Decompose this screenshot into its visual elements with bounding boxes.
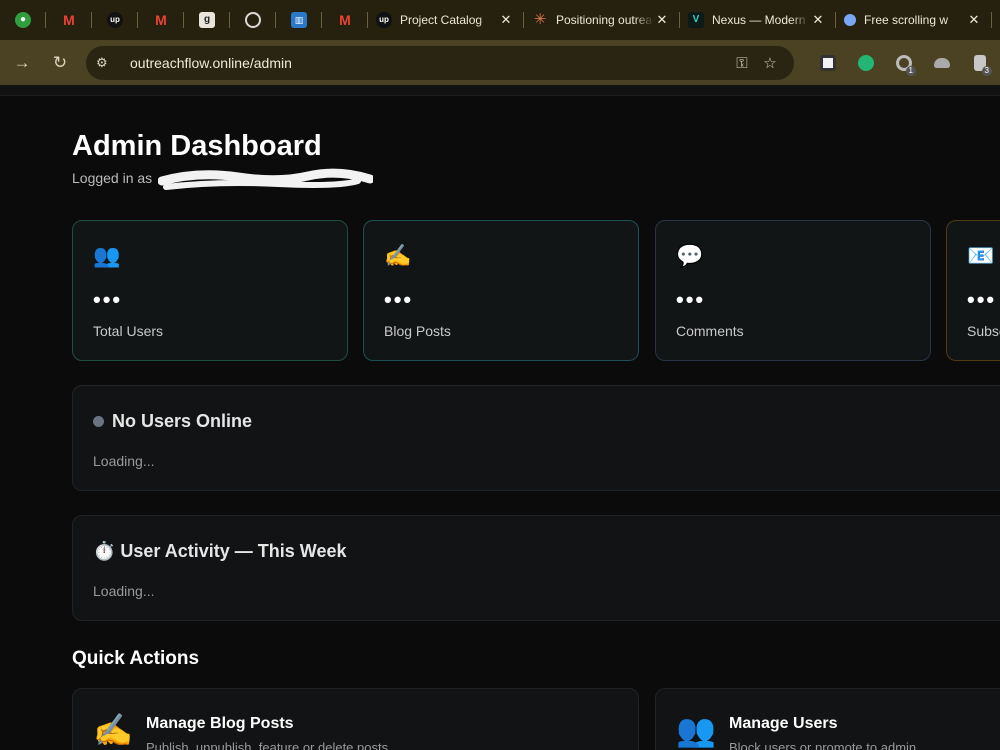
stat-card-comments: 💬 ••• Comments: [655, 220, 931, 361]
cloud-icon: [934, 58, 950, 68]
pinned-tab-1[interactable]: ●: [0, 0, 46, 40]
url-text[interactable]: outreachflow.online/admin: [130, 55, 728, 71]
gmail-icon: M: [155, 12, 167, 28]
action-description: Publish, unpublish, feature or delete po…: [146, 740, 389, 750]
sync-extension-button[interactable]: [848, 48, 884, 78]
pinned-tab-upwork-1[interactable]: up: [92, 0, 138, 40]
upwork-icon: up: [376, 12, 392, 28]
close-icon[interactable]: ✕: [498, 12, 514, 28]
stat-value: •••: [676, 287, 706, 312]
g-letter-icon: g: [199, 12, 215, 28]
page-title: Admin Dashboard: [72, 130, 322, 162]
manage-users-card[interactable]: 👥 Manage Users Block users or promote to…: [655, 688, 1000, 750]
star-icon[interactable]: ☆: [756, 54, 784, 72]
forward-button[interactable]: →: [6, 47, 38, 79]
tab-title: Positioning outreach: [556, 13, 654, 27]
logged-in-text: Logged in as: [72, 170, 153, 186]
arrow-right-icon: →: [13, 52, 31, 72]
stat-label: Total Users: [93, 323, 164, 339]
site-settings-icon[interactable]: ⚙: [96, 55, 118, 71]
upwork-icon: up: [107, 12, 123, 28]
pinned-tab-g[interactable]: g: [184, 0, 230, 40]
online-loading-text: Loading...: [93, 453, 155, 469]
envelope-icon: 📧: [967, 243, 995, 268]
writing-hand-icon: ✍️: [384, 243, 412, 268]
pinned-tab-gmail-1[interactable]: M: [46, 0, 92, 40]
speech-bubble-icon: 💬: [676, 243, 704, 268]
tab-title: Nexus — Modern: [712, 13, 806, 27]
stat-label: Subscribers: [967, 323, 1000, 339]
qr-code-icon: [820, 55, 836, 71]
pinned-tab-openai[interactable]: [230, 0, 276, 40]
stat-card-total-users: 👥 ••• Total Users: [72, 220, 348, 361]
action-title: Manage Users: [729, 715, 838, 732]
reload-button[interactable]: ↻: [44, 47, 76, 79]
extension-5-button[interactable]: 3: [962, 48, 998, 78]
writing-hand-icon: ✍️: [93, 712, 133, 748]
users-icon: 👥: [93, 243, 121, 268]
browser-tabstrip: ● M up M g ▥ M up Project Catalog ✕ ✳ Po…: [0, 0, 1000, 40]
extensions-row: 1 3: [810, 48, 1000, 78]
pinned-tab-gmail-3[interactable]: M: [322, 0, 368, 40]
users-icon: 👥: [676, 712, 716, 748]
close-icon[interactable]: ✕: [654, 12, 670, 28]
tab-free-scrolling[interactable]: Free scrolling w ✕: [836, 0, 992, 40]
tab-title: Free scrolling w: [864, 13, 949, 27]
extension-badge: 1: [905, 66, 916, 76]
tab-title: Project Catalog: [400, 13, 483, 27]
stat-value: •••: [384, 287, 414, 312]
activity-loading-text: Loading...: [93, 583, 155, 599]
online-panel-title: No Users Online: [112, 411, 253, 431]
tab-project-catalog[interactable]: up Project Catalog ✕: [368, 0, 524, 40]
key-icon[interactable]: ⚿: [728, 55, 756, 72]
openai-icon: [245, 12, 261, 28]
stat-card-subscribers: 📧 ••• Subscribers: [946, 220, 1000, 361]
redaction-scribble: [158, 168, 373, 190]
pinned-tab-doc[interactable]: ▥: [276, 0, 322, 40]
activity-panel-title: ⏱️ User Activity — This Week: [93, 541, 347, 561]
address-bar[interactable]: ⚙ outreachflow.online/admin ⚿ ☆: [86, 46, 794, 80]
extension-3-button[interactable]: 1: [886, 48, 922, 78]
close-icon[interactable]: ✕: [966, 12, 982, 28]
stat-card-blog-posts: ✍️ ••• Blog Posts: [363, 220, 639, 361]
nexus-icon: V: [688, 12, 704, 28]
stat-label: Comments: [676, 323, 744, 339]
blue-document-icon: ▥: [291, 12, 307, 28]
tab-positioning[interactable]: ✳ Positioning outreach ✕: [524, 0, 680, 40]
browser-toolbar: → ↻ ⚙ outreachflow.online/admin ⚿ ☆ 1 3: [0, 40, 1000, 85]
pinned-tab-gmail-2[interactable]: M: [138, 0, 184, 40]
action-title: Manage Blog Posts: [146, 715, 294, 732]
gmail-icon: M: [63, 12, 75, 28]
sync-icon: [858, 55, 874, 71]
extension-4-button[interactable]: [924, 48, 960, 78]
stat-value: •••: [93, 287, 123, 312]
blue-circle-icon: [844, 14, 856, 26]
qr-extension-button[interactable]: [810, 48, 846, 78]
asterisk-icon: ✳: [533, 11, 547, 28]
quick-actions-heading: Quick Actions: [72, 648, 200, 669]
stat-label: Blog Posts: [384, 323, 451, 339]
gmail-icon: M: [339, 12, 351, 28]
stat-value: •••: [967, 287, 997, 312]
user-activity-panel: ⏱️ User Activity — This Week Loading...: [72, 515, 1000, 621]
tab-nexus[interactable]: V Nexus — Modern ✕: [680, 0, 836, 40]
status-dot-icon: [93, 416, 104, 427]
online-users-panel: No Users Online Loading...: [72, 385, 1000, 491]
admin-page: Admin Dashboard Logged in as 👥 ••• Total…: [0, 85, 1000, 750]
action-description: Block users or promote to admin: [729, 740, 917, 750]
manage-blog-posts-card[interactable]: ✍️ Manage Blog Posts Publish, unpublish,…: [72, 688, 639, 750]
reload-icon: ↻: [52, 52, 68, 72]
close-icon[interactable]: ✕: [810, 12, 826, 28]
extension-badge: 3: [981, 66, 992, 76]
green-leaf-icon: ●: [15, 12, 31, 28]
